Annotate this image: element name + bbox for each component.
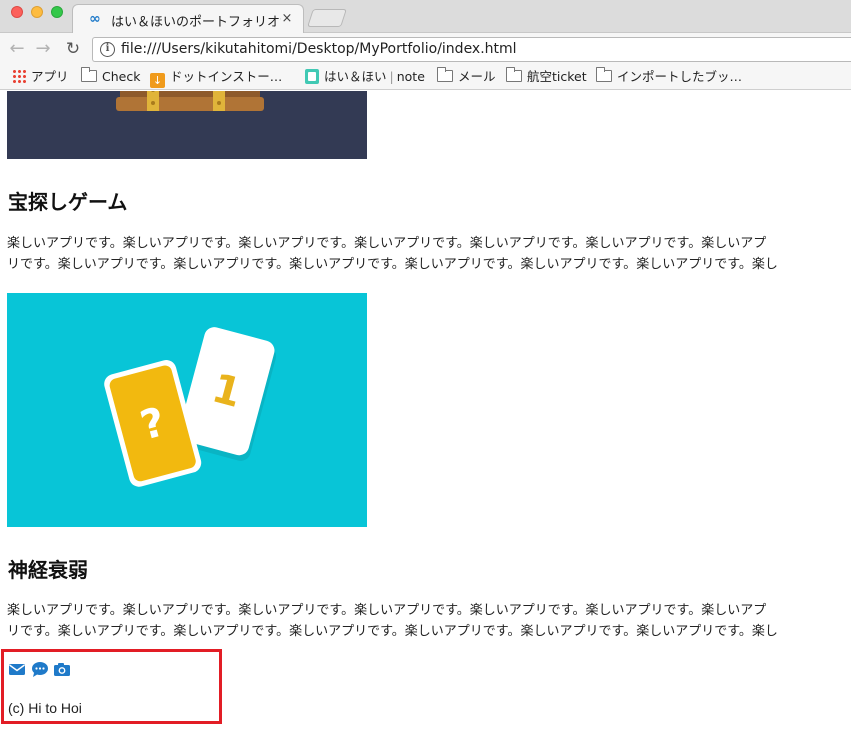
folder-icon [596, 67, 612, 82]
close-window-button[interactable] [11, 6, 23, 18]
infinity-icon: ∞ [89, 11, 101, 27]
work-description-line: 楽しいアプリです。楽しいアプリです。楽しいアプリです。楽しいアプリです。楽しいア… [7, 603, 767, 618]
bookmark-note[interactable]: はい＆ほい | note [305, 68, 425, 86]
browser-tab[interactable]: ∞ はい＆ほいのポートフォリオサ × [72, 4, 304, 34]
browser-titlebar: ∞ はい＆ほいのポートフォリオサ × [0, 0, 851, 34]
bookmark-label: Check [102, 69, 141, 84]
treasure-chest-image [7, 91, 367, 159]
forward-arrow-icon[interactable]: → [32, 38, 54, 60]
chat-icon[interactable] [31, 661, 49, 677]
memory-cards-image: 1 ? [7, 293, 367, 527]
bookmark-label: メール [458, 69, 496, 84]
work-description-line: 楽しいアプリです。楽しいアプリです。楽しいアプリです。楽しいアプリです。楽しいア… [7, 236, 767, 251]
bookmark-mail[interactable]: メール [437, 67, 496, 86]
memory-cards-illustration: 1 ? [104, 327, 277, 487]
back-arrow-icon[interactable]: ← [6, 38, 28, 60]
info-icon[interactable]: i [100, 42, 115, 57]
work-title-memory: 神経衰弱 [8, 558, 88, 582]
tab-title: はい＆ほいのポートフォリオサ [111, 15, 281, 29]
bookmark-label: ドットインストー… [170, 69, 283, 84]
page-content: 宝探しゲーム 楽しいアプリです。楽しいアプリです。楽しいアプリです。楽しいアプリ… [0, 91, 851, 729]
bookmarks-bar: アプリ Check ↓ ドットインストー… はい＆ほい | note メール 航空ti… [0, 65, 851, 90]
bookmark-label: 航空ticket [527, 69, 587, 84]
bookmark-apps[interactable]: アプリ [12, 68, 69, 86]
bookmark-ticket[interactable]: 航空ticket [506, 67, 587, 86]
bookmark-imported[interactable]: インポートしたブッ… [596, 67, 743, 86]
bookmark-label: はい＆ほい [324, 69, 387, 84]
folder-icon [506, 67, 522, 82]
folder-icon [81, 67, 97, 82]
folder-icon [437, 67, 453, 82]
copyright-text: (c) Hi to Hoi [8, 700, 82, 716]
browser-toolbar: ← → ↻ i file:///Users/kikutahitomi/Deskt… [0, 33, 851, 65]
download-icon: ↓ [150, 73, 165, 88]
work-title-treasure: 宝探しゲーム [8, 190, 128, 214]
note-icon [305, 69, 319, 84]
bookmark-dotinstall[interactable]: ↓ ドットインストー… [150, 68, 283, 88]
bookmark-label-suffix: note [396, 69, 425, 84]
work-description-line: リです。楽しいアプリです。楽しいアプリです。楽しいアプリです。楽しいアプリです。… [7, 624, 778, 639]
tab-close-icon[interactable]: × [279, 11, 295, 27]
bookmark-label: アプリ [31, 69, 69, 84]
url-text[interactable]: file:///Users/kikutahitomi/Desktop/MyPor… [121, 41, 517, 59]
bookmark-check[interactable]: Check [81, 67, 141, 86]
camera-icon[interactable] [53, 661, 71, 677]
maximize-window-button[interactable] [51, 6, 63, 18]
new-tab-button[interactable] [307, 9, 347, 27]
minimize-window-button[interactable] [31, 6, 43, 18]
treasure-chest-illustration [116, 91, 264, 111]
bookmark-label: インポートしたブッ… [617, 69, 743, 84]
reload-icon[interactable]: ↻ [62, 38, 84, 60]
mail-icon[interactable] [8, 661, 26, 677]
address-bar[interactable]: i file:///Users/kikutahitomi/Desktop/MyP… [92, 37, 851, 62]
work-description-line: リです。楽しいアプリです。楽しいアプリです。楽しいアプリです。楽しいアプリです。… [7, 257, 778, 272]
apps-icon [12, 69, 26, 83]
